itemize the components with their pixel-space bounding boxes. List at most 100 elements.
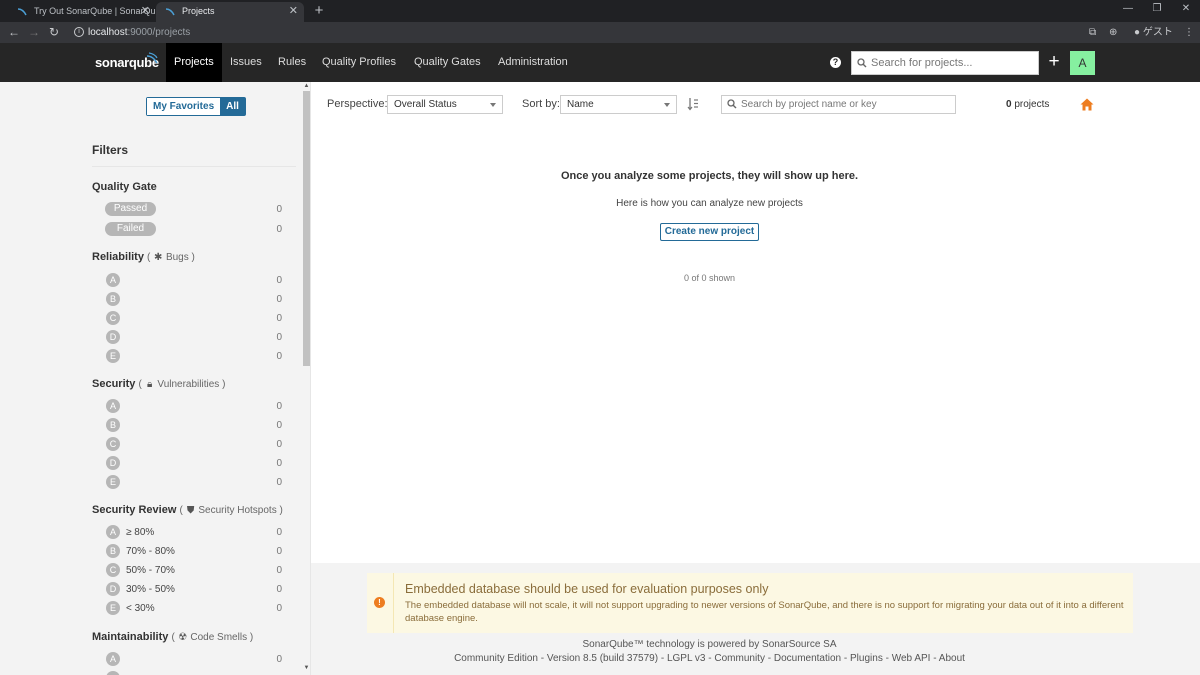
- tab-close-icon[interactable]: ✕: [141, 2, 150, 20]
- footer-separator: -: [658, 653, 667, 664]
- all-button[interactable]: All: [220, 98, 245, 115]
- reliability-grade-b[interactable]: B: [106, 292, 120, 306]
- my-favorites-button[interactable]: My Favorites: [147, 98, 221, 115]
- page-footer: ! Embedded database should be used for e…: [311, 563, 1200, 675]
- filter-count: 0: [276, 275, 282, 286]
- paren: (: [147, 252, 151, 263]
- nav-administration[interactable]: Administration: [498, 43, 568, 82]
- divider: [92, 166, 296, 167]
- reload-icon[interactable]: ↻: [45, 23, 63, 41]
- filter-count: 0: [276, 603, 282, 614]
- restore-icon[interactable]: ❐: [1143, 0, 1171, 20]
- filter-count: 0: [276, 439, 282, 450]
- scrollbar-thumb[interactable]: [303, 91, 310, 366]
- reliability-grade-d[interactable]: D: [106, 330, 120, 344]
- warning-icon: !: [374, 597, 385, 608]
- security-review-range: 70% - 80%: [126, 546, 175, 557]
- filter-count: 0: [276, 401, 282, 412]
- security-review-grade-a[interactable]: A: [106, 525, 120, 539]
- filter-count: 0: [276, 420, 282, 431]
- footer-separator: -: [764, 653, 774, 664]
- scroll-up-icon[interactable]: ▲: [302, 83, 310, 89]
- footer-web-api-link[interactable]: Web API: [892, 653, 931, 664]
- paren: ): [191, 252, 195, 263]
- security-grade-c[interactable]: C: [106, 437, 120, 451]
- nav-projects[interactable]: Projects: [166, 43, 222, 82]
- project-search-placeholder: Search by project name or key: [741, 99, 877, 110]
- global-search-input[interactable]: Search for projects...: [851, 51, 1039, 75]
- sort-order-icon[interactable]: [687, 97, 699, 111]
- filter-count: 0: [276, 565, 282, 576]
- sonarqube-logo-waves-icon: [146, 52, 158, 64]
- footer-plugins-link[interactable]: Plugins: [850, 653, 883, 664]
- security-grade-d[interactable]: D: [106, 456, 120, 470]
- footer-license-link[interactable]: LGPL v3: [667, 653, 706, 664]
- filters-sidebar: My Favorites All Filters Quality Gate Pa…: [0, 82, 311, 675]
- reliability-grade-a[interactable]: A: [106, 273, 120, 287]
- security-review-grade-c[interactable]: C: [106, 563, 120, 577]
- reliability-grade-c[interactable]: C: [106, 311, 120, 325]
- sort-select[interactable]: Name: [560, 95, 677, 114]
- perspective-select[interactable]: Overall Status: [387, 95, 503, 114]
- zoom-icon[interactable]: ⊕: [1109, 25, 1117, 40]
- quality-gate-failed[interactable]: Failed: [105, 222, 156, 236]
- address-bar[interactable]: i localhost:9000/projects: [72, 24, 1106, 41]
- search-icon: [857, 58, 867, 68]
- vulnerabilities-label: Vulnerabilities: [157, 379, 220, 390]
- help-icon[interactable]: ?: [830, 57, 841, 68]
- user-avatar[interactable]: A: [1070, 51, 1095, 75]
- nav-quality-gates[interactable]: Quality Gates: [414, 43, 481, 82]
- security-grade-a[interactable]: A: [106, 399, 120, 413]
- filters-title: Filters: [92, 143, 129, 157]
- back-arrow-icon[interactable]: ←: [5, 23, 23, 41]
- minimize-icon[interactable]: —: [1114, 0, 1142, 20]
- nav-quality-profiles[interactable]: Quality Profiles: [322, 43, 396, 82]
- new-tab-plus-icon[interactable]: +: [312, 0, 326, 22]
- profile-button[interactable]: ● ゲスト: [1134, 25, 1173, 40]
- footer-separator: -: [841, 653, 851, 664]
- browser-menu-icon[interactable]: ⋮: [1184, 25, 1194, 40]
- sidebar-scrollbar[interactable]: ▲ ▼: [302, 82, 310, 675]
- security-grade-b[interactable]: B: [106, 418, 120, 432]
- quality-gate-passed[interactable]: Passed: [105, 202, 156, 216]
- paren: ): [279, 505, 283, 516]
- scroll-down-icon[interactable]: ▼: [302, 665, 310, 671]
- nav-issues[interactable]: Issues: [230, 43, 262, 82]
- perspective-label: Perspective:: [327, 98, 388, 110]
- empty-state-title: Once you analyze some projects, they wil…: [560, 170, 859, 182]
- warning-title: Embedded database should be used for eva…: [405, 582, 769, 596]
- window-close-icon[interactable]: ✕: [1172, 0, 1200, 20]
- footer-about-link[interactable]: About: [939, 653, 965, 664]
- create-plus-icon[interactable]: +: [1045, 50, 1063, 74]
- browser-tab-sonarqube[interactable]: Try Out SonarQube | SonarQube ✕: [8, 2, 156, 22]
- home-icon[interactable]: [1080, 98, 1094, 111]
- security-review-grade-e[interactable]: E: [106, 601, 120, 615]
- project-search-input[interactable]: Search by project name or key: [721, 95, 956, 114]
- paren: (: [171, 632, 175, 643]
- project-count-number: 0: [1006, 99, 1012, 110]
- create-new-project-button[interactable]: Create new project: [660, 223, 759, 241]
- maintainability-grade-a[interactable]: A: [106, 652, 120, 666]
- nav-rules[interactable]: Rules: [278, 43, 306, 82]
- search-icon: [727, 99, 737, 109]
- security-title: Security ( 🔒︎ Vulnerabilities ): [92, 378, 225, 390]
- security-review-grade-d[interactable]: D: [106, 582, 120, 596]
- bug-icon: ✱: [153, 252, 163, 263]
- security-review-range: < 30%: [126, 603, 155, 614]
- browser-tab-projects[interactable]: Projects ✕: [156, 2, 304, 22]
- paren: ): [249, 632, 254, 643]
- security-review-grade-b[interactable]: B: [106, 544, 120, 558]
- site-info-icon[interactable]: i: [74, 27, 84, 37]
- reliability-grade-e[interactable]: E: [106, 349, 120, 363]
- maintainability-title: Maintainability ( ☢ Code Smells ): [92, 631, 253, 643]
- maintainability-grade-b-partial[interactable]: [106, 671, 120, 675]
- tab-close-icon[interactable]: ✕: [289, 2, 298, 20]
- security-grade-e[interactable]: E: [106, 475, 120, 489]
- code-smells-label: Code Smells: [190, 632, 248, 643]
- favorites-toggle: My Favorites All: [146, 97, 246, 116]
- footer-community-link[interactable]: Community: [714, 653, 765, 664]
- maintainability-label: Maintainability: [92, 631, 169, 643]
- forward-arrow-icon[interactable]: →: [25, 23, 43, 41]
- footer-documentation-link[interactable]: Documentation: [774, 653, 841, 664]
- translate-icon[interactable]: ⧉: [1089, 25, 1096, 40]
